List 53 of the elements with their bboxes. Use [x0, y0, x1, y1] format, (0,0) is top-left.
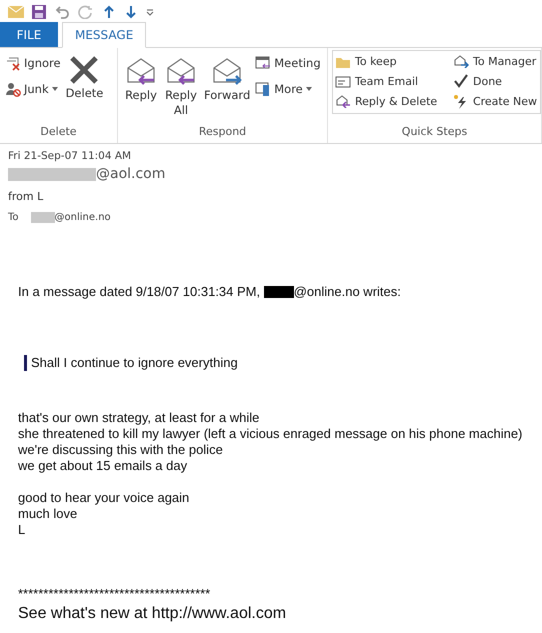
caret-icon	[52, 87, 58, 91]
forward-button[interactable]: Forward	[202, 52, 252, 123]
ignore-button[interactable]: Ignore	[4, 52, 62, 74]
quick-step-item[interactable]: Create New	[451, 91, 539, 111]
sender-address: @aol.com	[96, 166, 166, 182]
reply-all-button[interactable]: Reply All	[162, 52, 200, 123]
redaction-bar	[30, 212, 55, 223]
ignore-icon	[5, 55, 21, 71]
quote-intro: In a message dated 9/18/07 10:31:34 PM,	[18, 284, 262, 300]
quote-intro: @online.no writes:	[294, 284, 401, 300]
down-arrow-icon[interactable]	[124, 4, 138, 18]
undo-icon[interactable]	[54, 4, 70, 18]
group-label: Quick Steps	[400, 124, 468, 140]
save-icon[interactable]	[32, 4, 46, 18]
email-icon	[335, 74, 351, 88]
lightning-icon	[453, 94, 469, 108]
redaction-bar	[264, 286, 294, 298]
footer-text: See what's new at http://www.aol.com	[18, 604, 288, 624]
group-label: Respond	[198, 124, 248, 140]
delete-x-icon	[68, 54, 100, 86]
message-line: much love	[18, 506, 78, 522]
up-arrow-icon[interactable]	[102, 4, 116, 18]
message-line: good to hear your voice again	[18, 490, 190, 506]
reply-button[interactable]: Reply	[122, 52, 160, 123]
blocked-person-icon	[5, 81, 21, 97]
devices-icon	[255, 81, 272, 97]
meeting-button[interactable]: Meeting	[254, 52, 322, 74]
ribbon-tab[interactable]: MESSAGE	[62, 22, 146, 48]
message-line: we get about 15 emails a day	[18, 458, 188, 474]
quick-step-item[interactable]: To Manager	[451, 51, 539, 71]
quick-step-item[interactable]: Team Email	[333, 71, 451, 91]
subject: from L	[8, 190, 44, 203]
more-button[interactable]: More	[254, 78, 322, 100]
group-label: Delete	[39, 124, 78, 140]
delete-button[interactable]: Delete	[64, 52, 106, 123]
recipient-address: @online.no	[54, 212, 111, 223]
caret-icon	[306, 87, 312, 91]
message-line: that's our own strategy, at least for a while	[18, 410, 260, 426]
quoted-text: Shall I continue to ignore everything	[24, 355, 542, 371]
customize-caret-icon[interactable]	[146, 8, 154, 16]
junk-button[interactable]: Junk	[4, 78, 62, 100]
message-line: we're discussing this with the police	[18, 442, 224, 458]
sent-date: Fri 21-Sep-07 11:04 AM	[8, 150, 132, 162]
checkmark-icon	[453, 74, 469, 88]
message-line: she threatened to kill my lawyer (left a vicious enraged message on his phone machine)	[18, 426, 524, 442]
divider-text: **************************************	[18, 586, 212, 602]
to-label: To	[8, 212, 19, 223]
quick-step-item[interactable]: Done	[451, 71, 539, 91]
file-tab[interactable]: FILE	[0, 22, 58, 47]
calendar-icon	[255, 56, 272, 70]
message-line: L	[18, 522, 26, 538]
quick-step-item[interactable]: To keep	[333, 51, 451, 71]
quick-step-item[interactable]: Reply & Delete	[333, 91, 451, 111]
